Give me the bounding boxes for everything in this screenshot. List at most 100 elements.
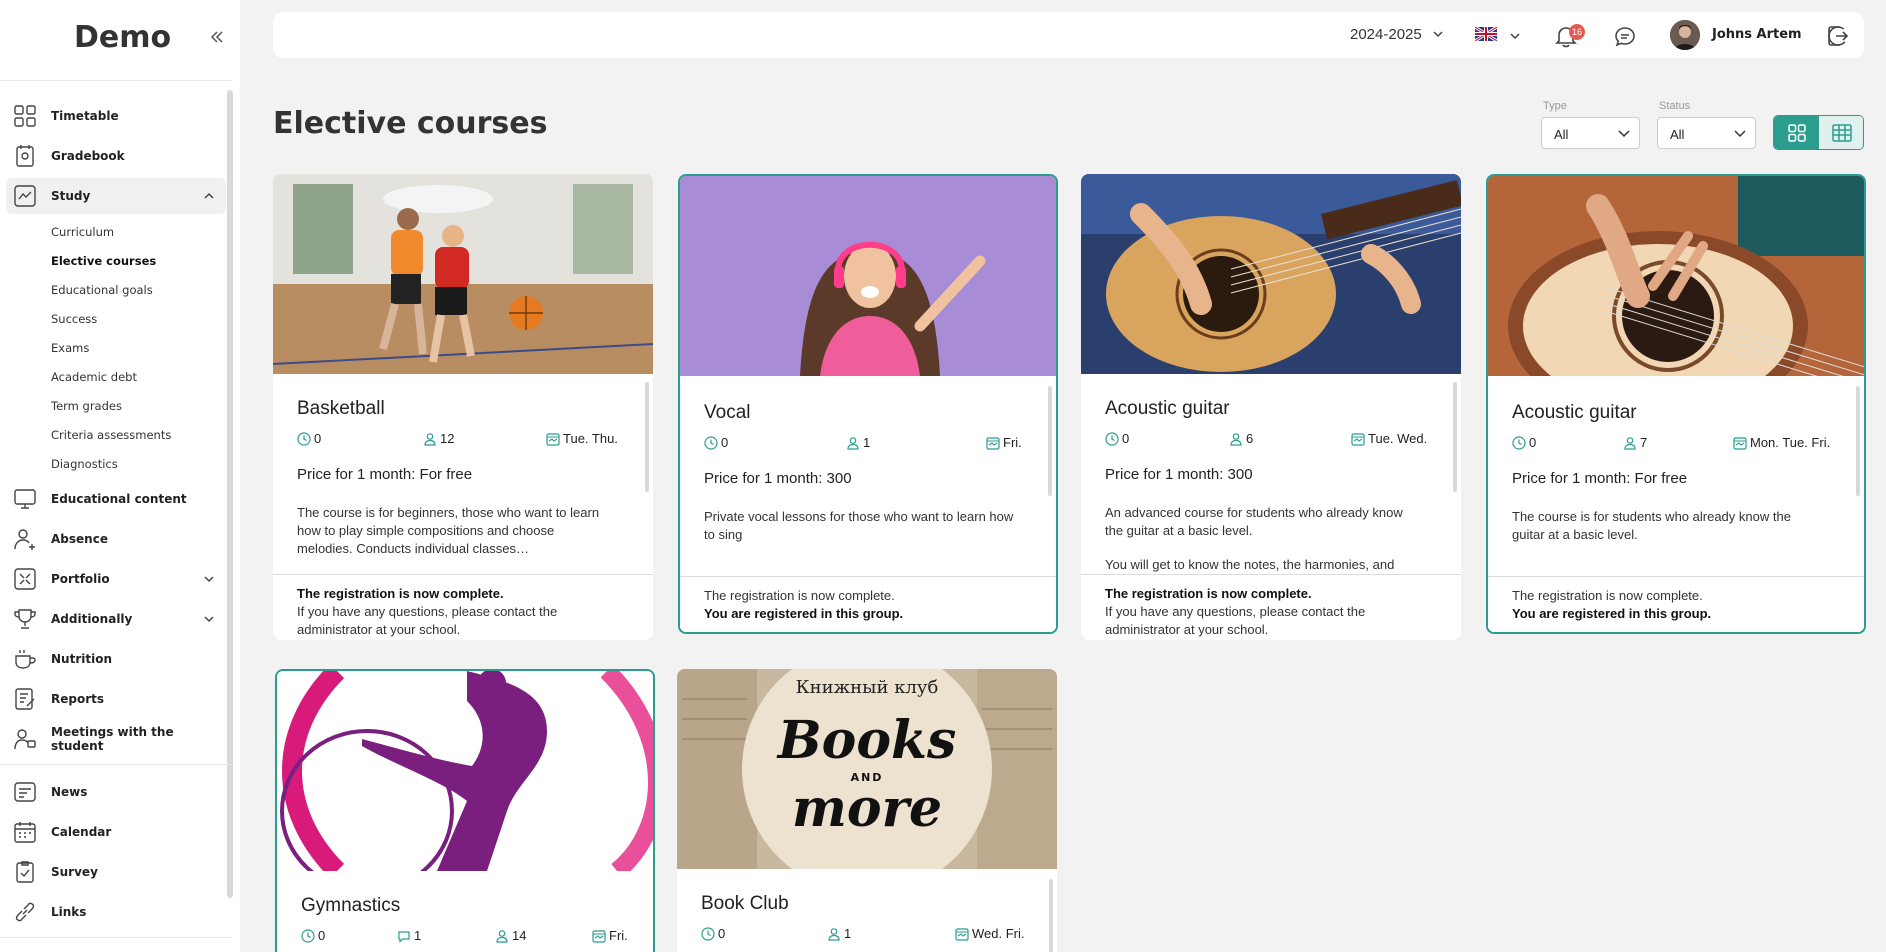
sidebar-item-absence[interactable]: Absence xyxy=(6,521,226,557)
view-toggle xyxy=(1773,115,1864,150)
course-card-acoustic-guitar-2[interactable]: Acoustic guitar 0 7 Mon. Tue. Fri. Price… xyxy=(1486,174,1866,634)
card-scrollbar[interactable] xyxy=(645,382,649,492)
sidebar-subitem-curriculum[interactable]: Curriculum xyxy=(51,225,114,239)
chevron-down-icon xyxy=(1510,33,1520,40)
chevron-down-icon xyxy=(204,576,214,583)
sidebar-item-survey[interactable]: Survey xyxy=(6,854,226,890)
course-image xyxy=(680,176,1056,376)
logout-button[interactable] xyxy=(1826,24,1850,53)
sidebar-item-links[interactable]: Links xyxy=(6,894,226,930)
course-hours: 0 xyxy=(701,926,725,941)
sidebar-item-additionally[interactable]: Additionally xyxy=(6,601,226,637)
card-scrollbar[interactable] xyxy=(1453,382,1457,492)
course-card-vocal[interactable]: Vocal 0 1 Fri. Price for 1 month: 300 Pr… xyxy=(678,174,1058,634)
course-students-value: 12 xyxy=(440,431,455,446)
person-icon xyxy=(828,927,840,941)
chat-icon xyxy=(1615,27,1635,47)
sidebar-subitem-elective-courses[interactable]: Elective courses xyxy=(51,254,156,268)
sidebar-subitem-diagnostics[interactable]: Diagnostics xyxy=(51,457,118,471)
sidebar-item-meetings[interactable]: Meetings with the student xyxy=(6,721,226,757)
course-card-book-club[interactable]: Книжный клуб Books AND more Book Club 0 … xyxy=(677,669,1057,952)
chevron-up-icon xyxy=(204,192,214,199)
course-hours: 0 xyxy=(1105,431,1129,446)
sidebar-subitem-term-grades[interactable]: Term grades xyxy=(51,399,122,413)
course-comments-value: 1 xyxy=(414,928,422,943)
course-title: Vocal xyxy=(704,402,751,423)
table-view-button[interactable] xyxy=(1819,116,1863,149)
collapse-sidebar-icon[interactable] xyxy=(210,28,224,49)
sidebar-item-study[interactable]: Study xyxy=(6,178,226,214)
sidebar-scrollbar[interactable] xyxy=(227,90,233,898)
notebook-icon xyxy=(16,145,34,167)
comment-icon xyxy=(398,930,410,943)
school-year-select[interactable]: 2024-2025 xyxy=(1350,26,1444,43)
registration-status-title: The registration is now complete. xyxy=(704,588,895,603)
sidebar-divider xyxy=(0,937,232,938)
sidebar: Demo Timetable Gradebook Study Curriculu… xyxy=(0,0,240,952)
notifications-badge: 16 xyxy=(1569,24,1585,40)
sidebar-subitem-success[interactable]: Success xyxy=(51,312,97,326)
page-title: Elective courses xyxy=(273,106,548,141)
type-filter-select[interactable]: All xyxy=(1541,117,1640,149)
course-card-basketball[interactable]: Basketball 0 12 Tue. Thu. Price for 1 mo… xyxy=(273,174,653,640)
course-days: Wed. Fri. xyxy=(955,926,1025,941)
course-image xyxy=(1488,176,1864,376)
course-days: Fri. xyxy=(592,928,628,943)
user-avatar[interactable] xyxy=(1670,20,1700,50)
status-filter-select[interactable]: All xyxy=(1657,117,1756,149)
sidebar-subitem-academic-debt[interactable]: Academic debt xyxy=(51,370,137,384)
card-scrollbar[interactable] xyxy=(1048,386,1052,496)
book-club-logo-books: Books xyxy=(777,710,957,771)
sidebar-item-educational-content[interactable]: Educational content xyxy=(6,481,226,517)
course-days-value: Tue. Thu. xyxy=(563,431,618,446)
sidebar-item-reports[interactable]: Reports xyxy=(6,681,226,717)
grid-view-button[interactable] xyxy=(1774,116,1819,149)
card-scrollbar[interactable] xyxy=(1856,386,1860,496)
sidebar-item-label: Calendar xyxy=(51,825,112,839)
sidebar-subitem-exams[interactable]: Exams xyxy=(51,341,89,355)
course-card-gymnastics[interactable]: Gymnastics 0 1 14 Fri. xyxy=(275,669,655,952)
chevron-down-icon xyxy=(1618,130,1630,138)
course-students: 1 xyxy=(846,435,870,450)
card-scrollbar[interactable] xyxy=(1049,879,1053,952)
course-hours-value: 0 xyxy=(318,928,326,943)
sidebar-item-gradebook[interactable]: Gradebook xyxy=(6,138,226,174)
course-description: The course is for beginners, those who w… xyxy=(297,505,600,556)
course-comments: 1 xyxy=(397,928,421,943)
course-students-value: 1 xyxy=(863,435,871,450)
course-hours: 0 xyxy=(1512,435,1536,450)
sidebar-item-portfolio[interactable]: Portfolio xyxy=(6,561,226,597)
language-select[interactable] xyxy=(1474,25,1521,46)
course-days-value: Fri. xyxy=(609,928,628,943)
course-price: Price for 1 month: 300 xyxy=(1105,466,1253,483)
course-students-value: 14 xyxy=(512,928,527,943)
sidebar-item-calendar[interactable]: Calendar xyxy=(6,814,226,850)
table-view-icon xyxy=(1831,123,1852,142)
clock-icon xyxy=(1105,431,1119,446)
sidebar-item-label: Study xyxy=(51,189,91,203)
person-icon xyxy=(1624,436,1636,450)
messages-button[interactable] xyxy=(1614,26,1636,53)
clock-icon xyxy=(701,926,715,941)
course-description: Private vocal lessons for those who want… xyxy=(704,509,1014,542)
sidebar-item-label: Educational content xyxy=(51,492,187,506)
sidebar-subitem-criteria-assessments[interactable]: Criteria assessments xyxy=(51,428,171,442)
registration-status-title: The registration is now complete. xyxy=(1512,588,1703,603)
person-icon xyxy=(1230,432,1242,446)
sidebar-item-news[interactable]: News xyxy=(6,774,226,810)
course-card-acoustic-guitar-1[interactable]: Acoustic guitar 0 6 Tue. Wed. Price for … xyxy=(1081,174,1461,640)
clock-icon xyxy=(704,435,718,450)
calendar-icon xyxy=(986,436,1000,450)
user-name[interactable]: Johns Artem xyxy=(1712,27,1802,42)
app-logo[interactable]: Demo xyxy=(74,20,171,55)
course-title: Acoustic guitar xyxy=(1105,398,1230,419)
grid-icon xyxy=(14,105,36,127)
course-students-value: 1 xyxy=(844,926,852,941)
course-description: An advanced course for students who alre… xyxy=(1105,505,1403,538)
sidebar-subitem-educational-goals[interactable]: Educational goals xyxy=(51,283,153,297)
calendar-icon xyxy=(14,822,36,843)
sidebar-item-timetable[interactable]: Timetable xyxy=(6,98,226,134)
course-hours-value: 0 xyxy=(718,926,726,941)
sidebar-item-nutrition[interactable]: Nutrition xyxy=(6,641,226,677)
calendar-icon xyxy=(1351,432,1365,446)
